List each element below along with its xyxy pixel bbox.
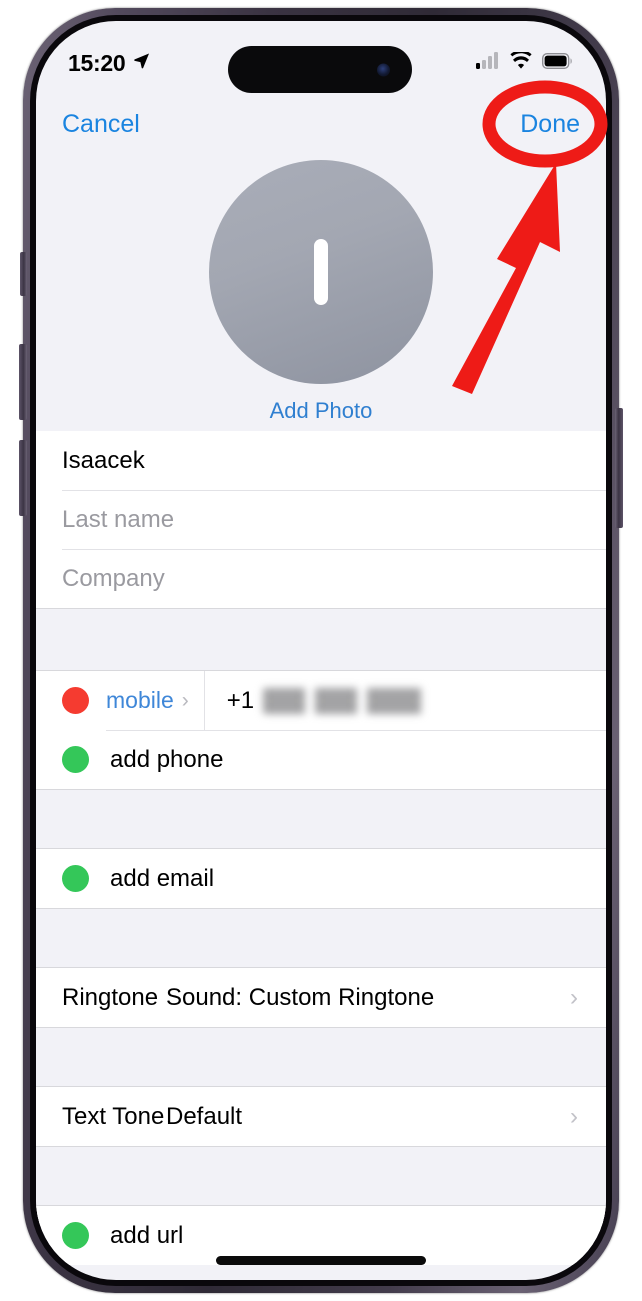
company-placeholder: Company xyxy=(62,564,165,592)
last-name-field[interactable]: Last name xyxy=(36,490,606,549)
chevron-right-icon: › xyxy=(570,983,578,1011)
ringtone-label: Ringtone xyxy=(62,983,159,1011)
battery-icon xyxy=(541,52,574,74)
text-tone-label: Text Tone xyxy=(62,1102,165,1130)
section-gap-1 xyxy=(36,608,606,671)
section-gap-2 xyxy=(36,789,606,849)
section-gap-3 xyxy=(36,908,606,968)
phone-label[interactable]: mobile xyxy=(106,687,174,714)
contact-photo-header: Add Photo xyxy=(36,151,606,431)
phone-country-code: +1 xyxy=(226,686,255,714)
ringtone-value: Sound: Custom Ringtone xyxy=(166,983,435,1011)
add-photo-button[interactable]: Add Photo xyxy=(270,398,373,424)
plus-circle-icon[interactable] xyxy=(62,746,89,773)
avatar-initial xyxy=(314,239,328,305)
section-gap-5 xyxy=(36,1146,606,1206)
phone-screen: 15:20 Cancel Done Add Photo Isaacek Last… xyxy=(36,21,606,1280)
plus-circle-icon[interactable] xyxy=(62,865,89,892)
last-name-placeholder: Last name xyxy=(62,505,175,533)
wifi-icon xyxy=(509,49,533,75)
mute-switch-button[interactable] xyxy=(20,252,27,296)
cellular-signal-icon xyxy=(476,52,500,74)
volume-up-button[interactable] xyxy=(19,344,27,420)
status-bar-right xyxy=(476,49,574,75)
status-time: 15:20 xyxy=(68,49,126,76)
add-phone-row[interactable]: add phone xyxy=(36,730,606,789)
first-name-value: Isaacek xyxy=(62,446,145,474)
power-button[interactable] xyxy=(615,408,623,528)
text-tone-group: Text Tone Default › xyxy=(36,1087,606,1146)
phone-group: mobile › +1 add phone xyxy=(36,671,606,789)
add-email-row[interactable]: add email xyxy=(36,849,606,908)
status-bar-left: 15:20 xyxy=(68,50,151,77)
company-field[interactable]: Company xyxy=(36,549,606,608)
name-fields-group: Isaacek Last name Company xyxy=(36,431,606,608)
text-tone-row[interactable]: Text Tone Default › xyxy=(36,1087,606,1146)
phone-row[interactable]: mobile › +1 xyxy=(36,671,606,730)
plus-circle-icon[interactable] xyxy=(62,1222,89,1249)
front-camera-icon xyxy=(377,63,390,76)
cancel-button[interactable]: Cancel xyxy=(62,110,140,139)
done-button[interactable]: Done xyxy=(520,110,580,139)
add-email-label: add email xyxy=(110,864,215,892)
section-gap-4 xyxy=(36,1027,606,1087)
chevron-right-icon: › xyxy=(181,689,189,712)
location-arrow-icon xyxy=(132,51,151,75)
email-group: add email xyxy=(36,849,606,908)
text-tone-value: Default xyxy=(166,1102,243,1130)
home-indicator[interactable] xyxy=(216,1256,426,1265)
row-divider xyxy=(203,671,205,730)
add-phone-label: add phone xyxy=(110,745,224,773)
ringtone-group: Ringtone Sound: Custom Ringtone › xyxy=(36,968,606,1027)
volume-down-button[interactable] xyxy=(19,440,27,516)
dynamic-island xyxy=(228,46,412,93)
chevron-right-icon: › xyxy=(570,1102,578,1130)
navigation-bar: Cancel Done xyxy=(36,97,606,151)
first-name-field[interactable]: Isaacek xyxy=(36,431,606,490)
avatar[interactable] xyxy=(209,160,433,384)
ringtone-row[interactable]: Ringtone Sound: Custom Ringtone › xyxy=(36,968,606,1027)
phone-number-redacted xyxy=(263,687,427,714)
add-url-label: add url xyxy=(110,1221,184,1249)
contact-edit-list: Isaacek Last name Company mobile › +1 ad… xyxy=(36,431,606,1265)
minus-circle-icon[interactable] xyxy=(62,687,89,714)
